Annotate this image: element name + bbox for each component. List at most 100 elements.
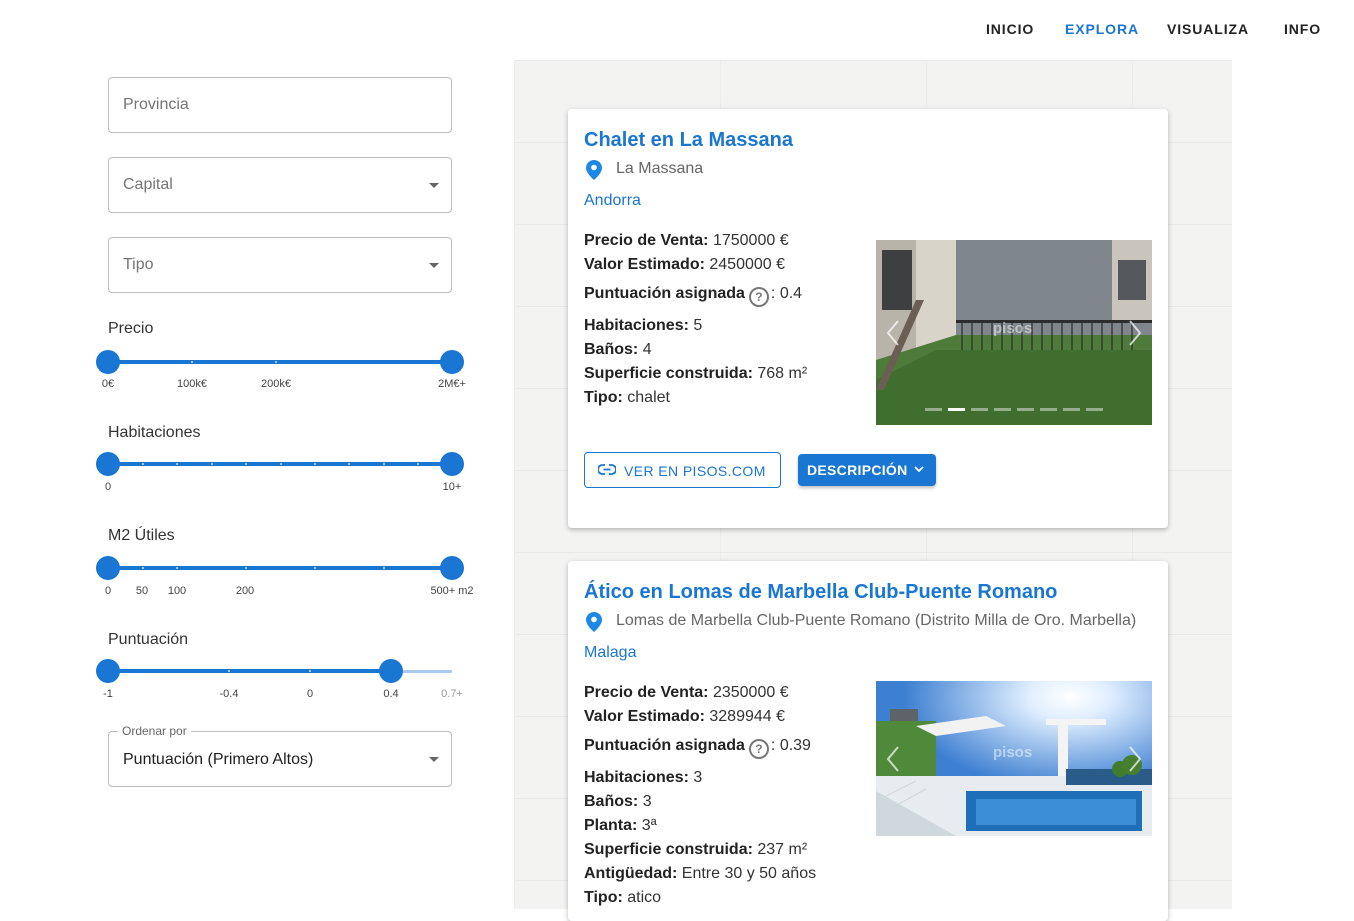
planta: Planta: 3ª: [584, 817, 657, 835]
tick-label: 100k€: [177, 378, 207, 390]
prop-value: 3ª: [641, 817, 657, 834]
tick: [280, 463, 282, 465]
carousel-indicators: [876, 408, 1152, 411]
chevron-right-icon[interactable]: [1128, 745, 1142, 773]
prop-label: Baños:: [584, 793, 639, 810]
valor-estimado: Valor Estimado: 3289944 €: [584, 708, 785, 726]
m2-max-thumb[interactable]: [440, 556, 464, 580]
provincia-input[interactable]: Provincia: [108, 77, 452, 133]
tick: [176, 567, 178, 569]
listing-title[interactable]: Ático en Lomas de Marbella Club-Puente R…: [584, 581, 1057, 604]
listing-province[interactable]: Malaga: [584, 644, 636, 662]
chevron-down-icon: [429, 757, 439, 762]
prop-value: 768 m²: [757, 365, 808, 382]
nav-info[interactable]: INFO: [1284, 21, 1321, 37]
habitaciones-label: Habitaciones: [108, 424, 201, 441]
m2-min-thumb[interactable]: [96, 556, 120, 580]
tipo-select[interactable]: Tipo: [108, 237, 452, 293]
tick-label: 0: [104, 585, 112, 597]
habitaciones-min-thumb[interactable]: [96, 452, 120, 476]
carousel-dot[interactable]: [925, 408, 942, 411]
prop-label: Tipo:: [584, 889, 623, 906]
prop-label: Habitaciones:: [584, 769, 689, 786]
tick: [348, 463, 350, 465]
prop-label: Puntuación asignada: [584, 737, 745, 754]
chevron-right-icon[interactable]: [1128, 319, 1142, 347]
tick-label: 50: [135, 585, 149, 597]
listing-province[interactable]: Andorra: [584, 192, 641, 210]
prop-label: Tipo:: [584, 389, 623, 406]
prop-value: 3: [693, 769, 703, 786]
puntuacion-min-thumb[interactable]: [96, 659, 120, 683]
precio-track[interactable]: [108, 360, 452, 364]
descripcion-button[interactable]: DESCRIPCIÓN: [798, 454, 936, 486]
chevron-down-icon: [429, 263, 439, 268]
carousel-dot[interactable]: [948, 408, 965, 411]
tick-label: 2M€+: [438, 378, 466, 390]
tick: [142, 463, 144, 465]
puntuacion-max-thumb[interactable]: [379, 659, 403, 683]
carousel-dot[interactable]: [1086, 408, 1103, 411]
chevron-left-icon[interactable]: [886, 319, 900, 347]
prop-value: 1750000 €: [712, 232, 789, 249]
tick-label: 500+ m2: [430, 585, 474, 597]
help-icon[interactable]: ?: [748, 287, 769, 307]
nav-inicio[interactable]: INICIO: [986, 21, 1034, 37]
prop-value: : 0.39: [770, 737, 811, 754]
carousel-dot[interactable]: [994, 408, 1011, 411]
tipo: Tipo: chalet: [584, 389, 670, 407]
tick: [211, 463, 213, 465]
banos: Baños: 4: [584, 341, 652, 359]
carousel-dot[interactable]: [1063, 408, 1080, 411]
tick: [314, 463, 316, 465]
prop-value: atico: [627, 889, 662, 906]
photo-carousel[interactable]: pisos: [876, 681, 1152, 836]
tick-label: 100: [167, 585, 187, 597]
habitaciones: Habitaciones: 5: [584, 317, 702, 335]
chevron-down-icon: [429, 183, 439, 188]
superficie: Superficie construida: 237 m²: [584, 841, 807, 859]
tick: [383, 463, 385, 465]
chevron-left-icon[interactable]: [886, 745, 900, 773]
location-pin-icon: [586, 612, 602, 632]
tick-label: 200: [235, 585, 255, 597]
prop-value: 5: [693, 317, 703, 334]
provincia-placeholder: Provincia: [123, 96, 189, 113]
ver-en-pisos-button[interactable]: VER EN PISOS.COM: [584, 452, 781, 488]
prop-label: Superficie construida:: [584, 841, 753, 858]
tick: [309, 670, 311, 672]
carousel-dot[interactable]: [1017, 408, 1034, 411]
m2-track[interactable]: [108, 566, 452, 570]
photo-carousel[interactable]: pisos: [876, 240, 1152, 425]
prop-value: 2350000 €: [712, 684, 789, 701]
puntuacion-track[interactable]: [108, 669, 391, 673]
help-icon[interactable]: ?: [748, 739, 769, 759]
antiguedad: Antigüedad: Entre 30 y 50 años: [584, 865, 816, 883]
prop-value: 4: [642, 341, 652, 358]
link-icon: [598, 464, 616, 475]
nav-visualiza[interactable]: VISUALIZA: [1167, 21, 1249, 37]
capital-select[interactable]: Capital: [108, 157, 452, 213]
chevron-down-icon: [914, 466, 924, 473]
carousel-dot[interactable]: [971, 408, 988, 411]
prop-label: Valor Estimado:: [584, 708, 705, 725]
nav-explora[interactable]: EXPLORA: [1065, 21, 1139, 37]
precio-max-thumb[interactable]: [440, 350, 464, 374]
carousel-dot[interactable]: [1040, 408, 1057, 411]
prop-label: Habitaciones:: [584, 317, 689, 334]
listing-location: La Massana: [616, 160, 704, 177]
prop-value: chalet: [627, 389, 670, 406]
tick: [142, 567, 144, 569]
precio-min-thumb[interactable]: [96, 350, 120, 374]
tick-label: 10+: [442, 481, 462, 493]
button-label: DESCRIPCIÓN: [807, 462, 908, 478]
prop-value: 3289944 €: [709, 708, 786, 725]
tick: [314, 567, 316, 569]
prop-label: Superficie construida:: [584, 365, 753, 382]
tick: [228, 670, 230, 672]
habitaciones-max-thumb[interactable]: [440, 452, 464, 476]
sort-select[interactable]: Ordenar por Puntuación (Primero Altos): [108, 724, 452, 787]
prop-label: Precio de Venta:: [584, 232, 709, 249]
listing-title[interactable]: Chalet en La Massana: [584, 129, 793, 152]
tick: [383, 567, 385, 569]
